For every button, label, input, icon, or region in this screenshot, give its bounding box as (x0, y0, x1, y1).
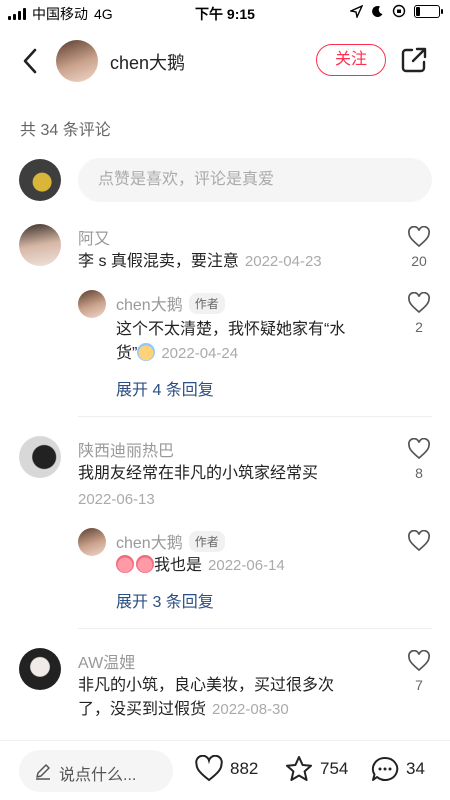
reply-author[interactable]: chen大鹅 作者 (116, 529, 225, 553)
heart-icon (408, 226, 430, 248)
chevron-left-icon[interactable] (16, 46, 46, 76)
like-count: 7 (415, 677, 423, 693)
comment-text[interactable]: 李 s 真假混卖，要注意 2022-04-23 (78, 250, 322, 274)
collect-button[interactable]: 754 (284, 755, 348, 783)
comment-text-line2-row: 了，没买到过假货 2022-08-30 (78, 698, 334, 722)
reply-date: 2022-06-14 (208, 557, 285, 574)
avatar[interactable] (78, 528, 106, 556)
reply-author-name: chen大鹅 (116, 535, 183, 552)
pig-emoji-icon (136, 555, 154, 573)
heart-icon (408, 650, 430, 672)
comment-text[interactable]: 我朋友经常在非凡的小筑家经常买 2022-06-13 (78, 462, 318, 512)
comment-date: 2022-04-23 (244, 253, 322, 270)
comment-count: 共 34 条评论 (20, 122, 111, 139)
moon-icon (372, 5, 383, 17)
battery-icon (414, 4, 443, 18)
reply-text[interactable]: 这个不太清楚，我怀疑她家有“水 货” 2022-04-24 (116, 318, 345, 366)
comment-input[interactable] (78, 158, 432, 202)
reply-text-line2-row: 货” 2022-04-24 (116, 342, 345, 366)
crying-emoji-icon (137, 343, 156, 361)
like-count: 8 (415, 465, 423, 481)
reply-text-line1: 这个不太清楚，我怀疑她家有“水 (116, 321, 346, 338)
reply-body: 我也是 (154, 557, 203, 574)
status-right (350, 4, 443, 18)
expand-replies-link[interactable]: 展开 4 条回复 (116, 376, 214, 400)
star-icon (286, 756, 312, 781)
comment-author[interactable]: AW温娌 (78, 649, 135, 673)
comment-text[interactable]: 非凡的小筑，良心美妆，买过很多次 了，没买到过假货 2022-08-30 (78, 674, 334, 722)
comment-count: 34 (406, 759, 425, 778)
divider (78, 416, 432, 417)
heart-icon (408, 292, 430, 314)
author-avatar[interactable] (56, 40, 98, 82)
comment-body: 我朋友经常在非凡的小筑家经常买 (78, 465, 319, 482)
heart-icon (408, 530, 430, 552)
author-badge: 作者 (188, 293, 225, 314)
avatar[interactable] (78, 290, 106, 318)
like-count: 2 (415, 319, 423, 335)
reply-author-name: chen大鹅 (116, 297, 183, 314)
header: chen大鹅 关注 (0, 30, 450, 92)
location-icon (350, 4, 363, 18)
like-button[interactable]: 7 (406, 650, 432, 693)
reply-author[interactable]: chen大鹅 作者 (116, 291, 225, 315)
say-something-label: 说点什么... (59, 767, 137, 784)
comment-text-line1: 非凡的小筑，良心美妆，买过很多次 (78, 677, 335, 694)
bottom-bar: 说点什么... 882 754 34 (0, 740, 450, 800)
share-icon[interactable] (400, 46, 428, 74)
heart-icon (408, 438, 430, 460)
follow-button[interactable]: 关注 (316, 44, 386, 76)
pig-emoji-icon (116, 555, 134, 573)
comment-author[interactable]: 陕西迪丽热巴 (78, 437, 174, 461)
comment-author[interactable]: 阿又 (78, 225, 110, 249)
like-button[interactable]: 8 (406, 438, 432, 481)
like-button[interactable]: 2 (406, 292, 432, 335)
my-avatar (19, 159, 61, 201)
reply-text[interactable]: 我也是 2022-06-14 (116, 554, 285, 578)
like-button[interactable] (406, 530, 432, 552)
reply-date: 2022-04-24 (161, 345, 239, 362)
star-count: 754 (320, 759, 349, 778)
author-badge: 作者 (188, 531, 225, 552)
pen-icon (36, 764, 50, 780)
say-something-button[interactable]: 说点什么... (19, 750, 173, 792)
avatar[interactable] (19, 224, 61, 266)
avatar[interactable] (19, 648, 61, 690)
author-name[interactable]: chen大鹅 (110, 49, 185, 75)
comment-body: 李 s 真假混卖，要注意 (78, 253, 239, 270)
avatar[interactable] (19, 436, 61, 478)
status-bar: 中国移动 4G 下午 9:15 (0, 0, 450, 26)
comment-text-line2: 了，没买到过假货 (78, 701, 207, 718)
comment-button[interactable]: 34 (370, 755, 425, 783)
expand-replies-link[interactable]: 展开 3 条回复 (116, 588, 214, 612)
comment-input-row (0, 157, 450, 203)
like-post-button[interactable]: 882 (194, 755, 258, 783)
comment-date: 2022-06-13 (78, 491, 155, 508)
divider (78, 628, 432, 629)
comment-date: 2022-08-30 (212, 701, 289, 718)
comment-bubble-icon (371, 756, 399, 781)
battery-level (416, 6, 420, 16)
rotation-lock-icon (392, 4, 406, 18)
heart-icon (195, 755, 223, 782)
like-count: 20 (411, 253, 427, 269)
like-count: 882 (230, 759, 259, 778)
reply-text-line2: 货” (116, 345, 138, 362)
like-button[interactable]: 20 (406, 226, 432, 269)
